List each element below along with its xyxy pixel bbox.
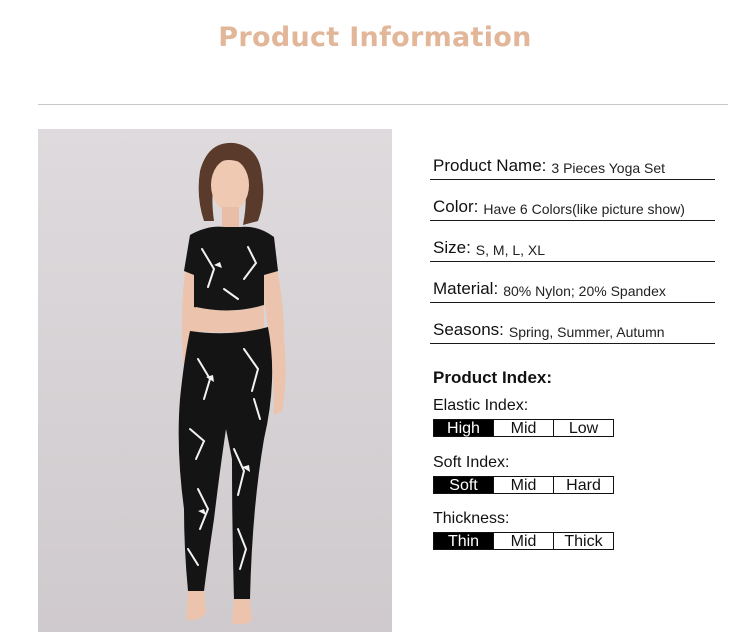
spec-row-material: Material: 80% Nylon; 20% Spandex — [430, 269, 715, 303]
product-index-heading: Product Index: — [433, 368, 553, 387]
spec-row-color: Color: Have 6 Colors(like picture show) — [430, 187, 715, 221]
scale-cell-low: Low — [553, 420, 613, 437]
spec-label: Size: — [433, 238, 471, 257]
elastic-index-scale: High Mid Low — [433, 419, 614, 437]
scale-cell-mid: Mid — [493, 477, 553, 494]
spec-label: Color: — [433, 197, 479, 216]
scale-cell-high: High — [434, 420, 493, 437]
spec-value: S, M, L, XL — [475, 242, 546, 258]
spec-row-size: Size: S, M, L, XL — [430, 228, 715, 262]
elastic-index-label: Elastic Index: — [433, 397, 529, 414]
thickness-label: Thickness: — [433, 510, 510, 527]
soft-index-group: Soft Index: Soft Mid Hard — [433, 454, 614, 494]
scale-cell-mid: Mid — [493, 533, 553, 550]
spec-row-seasons: Seasons: Spring, Summer, Autumn — [430, 310, 715, 344]
scale-cell-soft: Soft — [434, 477, 493, 494]
elastic-index-group: Elastic Index: High Mid Low — [433, 397, 614, 437]
scale-cell-hard: Hard — [553, 477, 613, 494]
scale-cell-thick: Thick — [553, 533, 613, 550]
spec-label: Product Name: — [433, 156, 547, 175]
spec-value: 3 Pieces Yoga Set — [551, 160, 666, 176]
spec-list: Product Name: 3 Pieces Yoga Set Color: H… — [430, 146, 715, 351]
spec-value: Have 6 Colors(like picture show) — [483, 201, 685, 217]
spec-label: Material: — [433, 279, 499, 298]
soft-index-label: Soft Index: — [433, 454, 510, 471]
spec-label: Seasons: — [433, 320, 504, 339]
spec-value: 80% Nylon; 20% Spandex — [503, 283, 666, 299]
soft-index-scale: Soft Mid Hard — [433, 476, 614, 494]
scale-cell-thin: Thin — [434, 533, 493, 550]
spec-value: Spring, Summer, Autumn — [508, 324, 665, 340]
page-title: Product Information — [218, 22, 532, 53]
thickness-group: Thickness: Thin Mid Thick — [433, 510, 614, 550]
scale-cell-mid: Mid — [493, 420, 553, 437]
header-divider — [38, 104, 728, 105]
spec-row-product-name: Product Name: 3 Pieces Yoga Set — [430, 146, 715, 180]
thickness-scale: Thin Mid Thick — [433, 532, 614, 550]
product-photo — [38, 129, 392, 632]
